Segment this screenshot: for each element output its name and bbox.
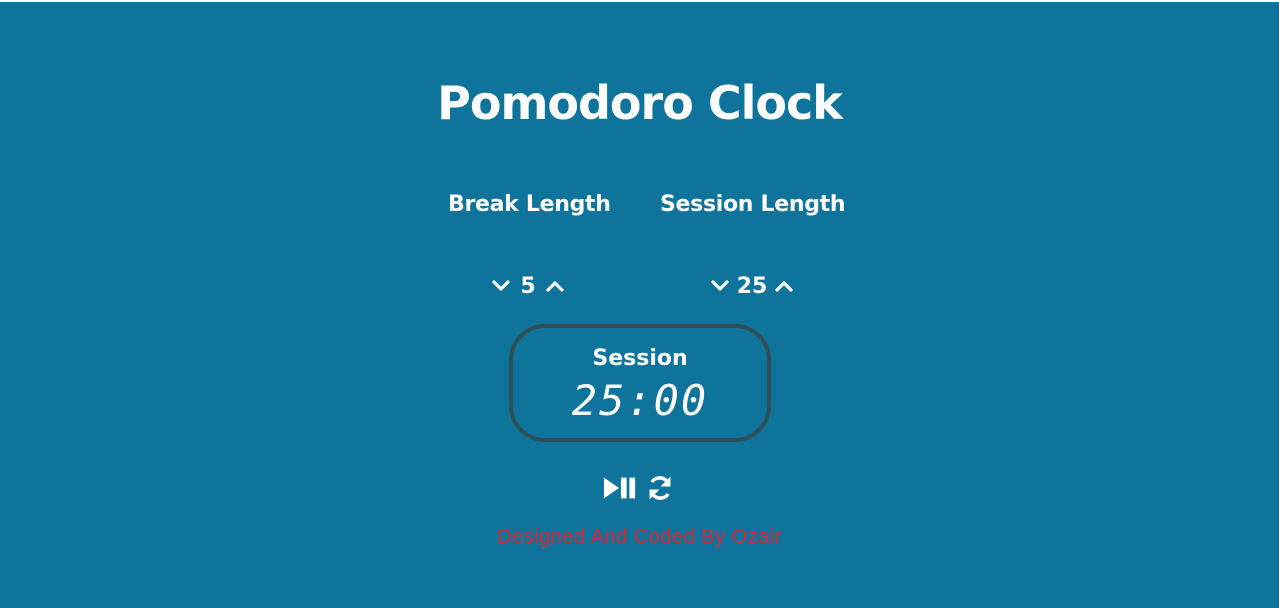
session-length-controls: 25 [696, 270, 808, 302]
timer-controls [0, 472, 1279, 504]
session-length-value: 25 [736, 273, 768, 299]
break-length-value: 5 [520, 273, 536, 299]
session-increment-button[interactable] [773, 275, 795, 297]
break-increment-button[interactable] [544, 275, 566, 297]
chevron-up-icon [546, 281, 564, 292]
chevron-up-icon [775, 281, 793, 292]
session-decrement-button[interactable] [709, 275, 731, 297]
timer-display: Session 25:00 [509, 324, 771, 442]
session-length-label: Session Length [660, 192, 846, 217]
refresh-icon [649, 476, 670, 500]
chevron-down-icon [492, 280, 510, 291]
footer-credit: Designed And Coded By Ozair [497, 526, 782, 548]
play-pause-icon [603, 477, 635, 499]
timer-label: Session [592, 346, 688, 371]
time-left: 25:00 [571, 376, 709, 425]
chevron-down-icon [711, 280, 729, 291]
break-length-controls: 5 [478, 270, 578, 302]
break-decrement-button[interactable] [490, 275, 512, 297]
start-stop-button[interactable] [603, 472, 637, 504]
page-title: Pomodoro Clock [437, 76, 843, 130]
break-length-label: Break Length [448, 192, 611, 217]
reset-button[interactable] [643, 472, 677, 504]
